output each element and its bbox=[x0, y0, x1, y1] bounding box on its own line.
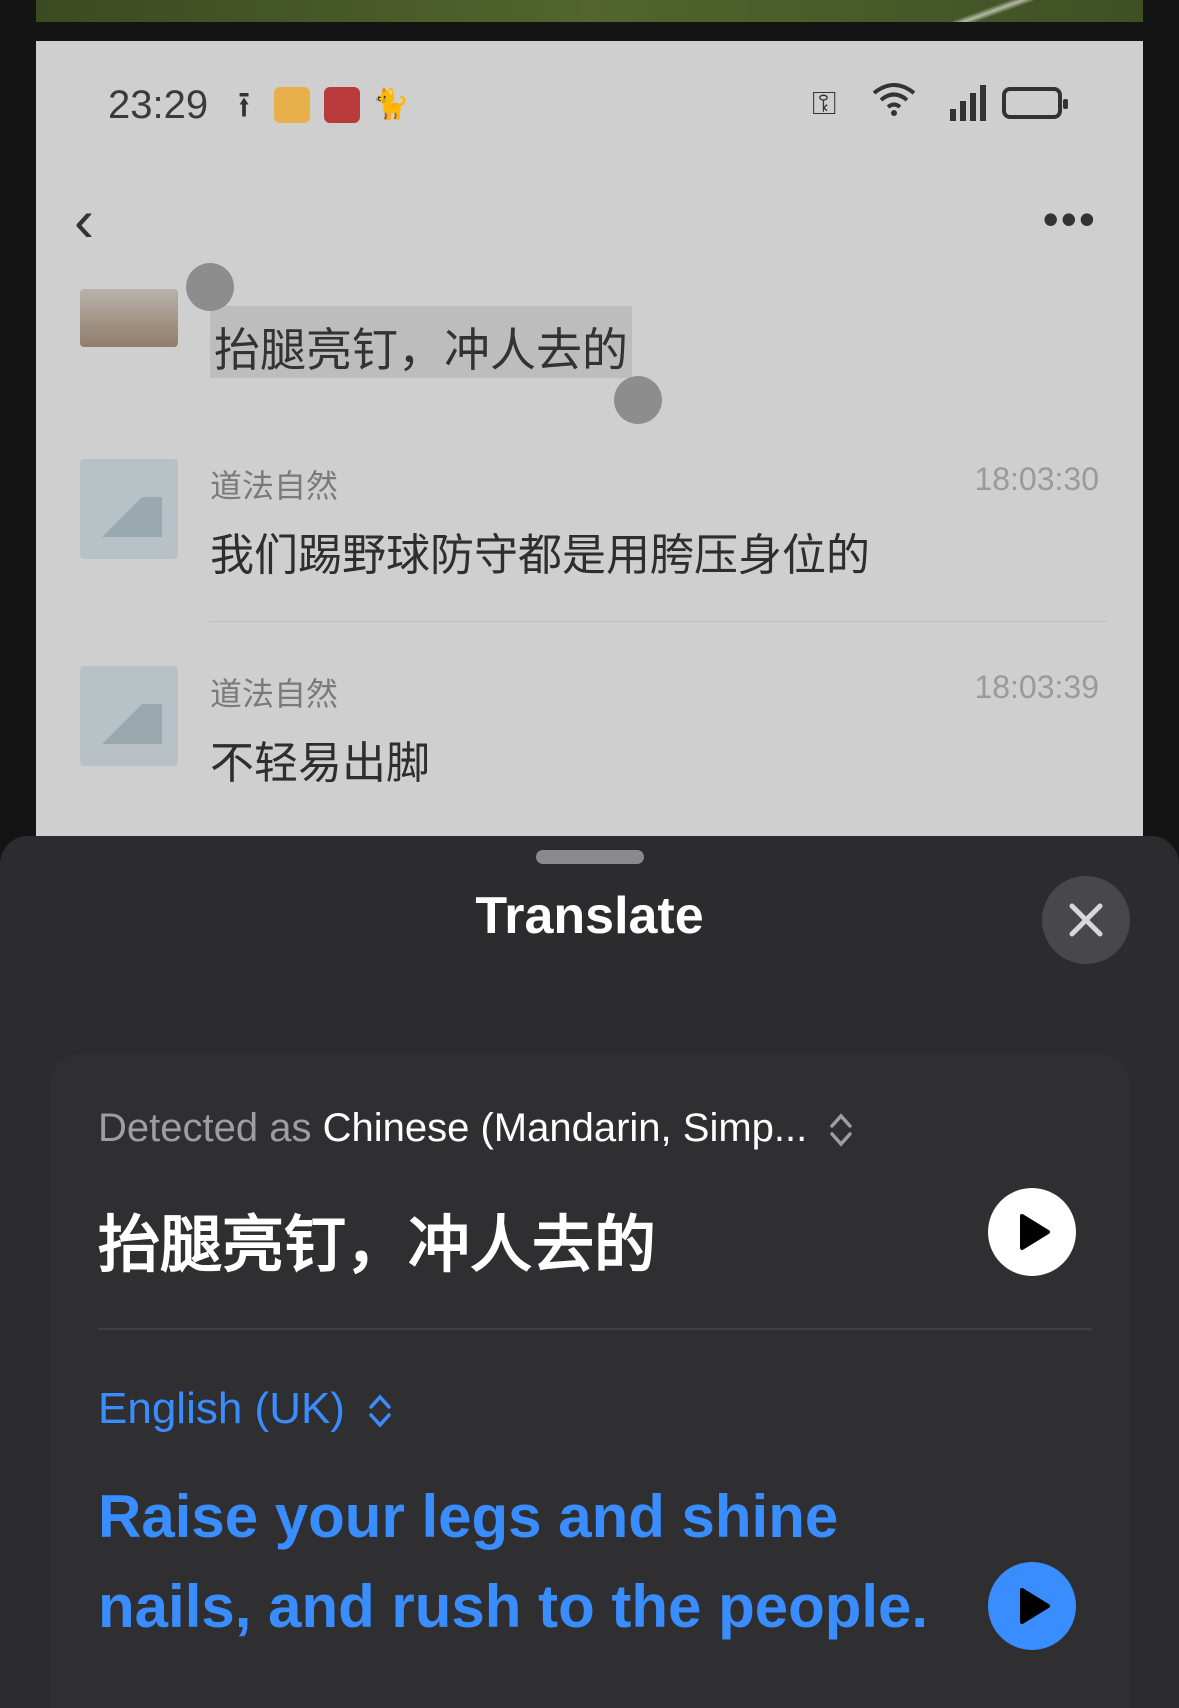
message-sender: 道法自然 bbox=[210, 468, 339, 504]
app-notification-icon bbox=[324, 87, 360, 123]
translation-panel: Detected as Chinese (Mandarin, Simp... 抬… bbox=[50, 1054, 1130, 1708]
sheet-title: Translate bbox=[475, 887, 704, 945]
close-button[interactable] bbox=[1042, 876, 1130, 964]
play-source-button[interactable] bbox=[988, 1188, 1076, 1276]
message-divider bbox=[210, 621, 1107, 622]
target-language: English (UK) bbox=[98, 1384, 345, 1433]
avatar bbox=[80, 289, 178, 347]
play-translation-button[interactable] bbox=[988, 1562, 1076, 1650]
app-badge-icon bbox=[274, 87, 310, 123]
close-icon bbox=[1069, 903, 1103, 937]
translated-text: Raise your legs and shine nails, and rus… bbox=[98, 1483, 929, 1640]
sheet-grabber[interactable] bbox=[536, 850, 644, 864]
play-icon bbox=[1020, 1214, 1050, 1250]
source-language: Chinese (Mandarin, Simp... bbox=[322, 1106, 808, 1150]
back-icon[interactable]: ‹ bbox=[74, 191, 94, 251]
battery-icon bbox=[1002, 87, 1068, 119]
key-icon: ⚿ bbox=[812, 85, 837, 121]
more-icon[interactable]: ••• bbox=[1043, 196, 1097, 242]
source-language-selector[interactable]: Detected as Chinese (Mandarin, Simp... bbox=[98, 1106, 854, 1151]
play-icon bbox=[1020, 1588, 1050, 1624]
message-sender: 道法自然 bbox=[210, 676, 339, 712]
selection-start-handle[interactable] bbox=[186, 263, 234, 311]
divider bbox=[98, 1328, 1092, 1330]
status-time: 23:29 bbox=[108, 83, 209, 127]
message-text: 我们踢野球防守都是用胯压身位的 bbox=[210, 531, 870, 580]
wifi-icon bbox=[872, 81, 916, 125]
signal-icon bbox=[926, 83, 990, 129]
translate-sheet: Translate Detected as Chinese (Mandarin,… bbox=[0, 836, 1179, 1708]
message-time: 18:03:39 bbox=[974, 669, 1099, 705]
source-text: 抬腿亮钉，冲人去的 bbox=[98, 1211, 657, 1280]
chevron-updown-icon bbox=[830, 1113, 853, 1148]
target-language-selector[interactable]: English (UK) bbox=[98, 1384, 393, 1434]
message-text: 不轻易出脚 bbox=[210, 739, 430, 788]
cat-icon: 🐈 bbox=[372, 88, 410, 121]
message-time: 18:03:30 bbox=[974, 461, 1099, 497]
selection-end-handle[interactable] bbox=[614, 376, 662, 424]
avatar bbox=[80, 459, 178, 559]
detected-label: Detected as bbox=[98, 1106, 312, 1150]
screenshot-preview: 23:29 ⭱ 🐈 ⚿ ‹ ••• 抬腿亮钉，冲人去的 道法自然 18:03:3… bbox=[36, 41, 1143, 841]
chevron-updown-icon bbox=[369, 1394, 391, 1428]
status-bar: 23:29 ⭱ 🐈 ⚿ bbox=[36, 81, 1143, 131]
avatar bbox=[80, 666, 178, 766]
background-photo-strip bbox=[36, 0, 1143, 22]
upload-icon: ⭱ bbox=[237, 84, 251, 125]
selected-message[interactable]: 抬腿亮钉，冲人去的 bbox=[210, 306, 632, 378]
